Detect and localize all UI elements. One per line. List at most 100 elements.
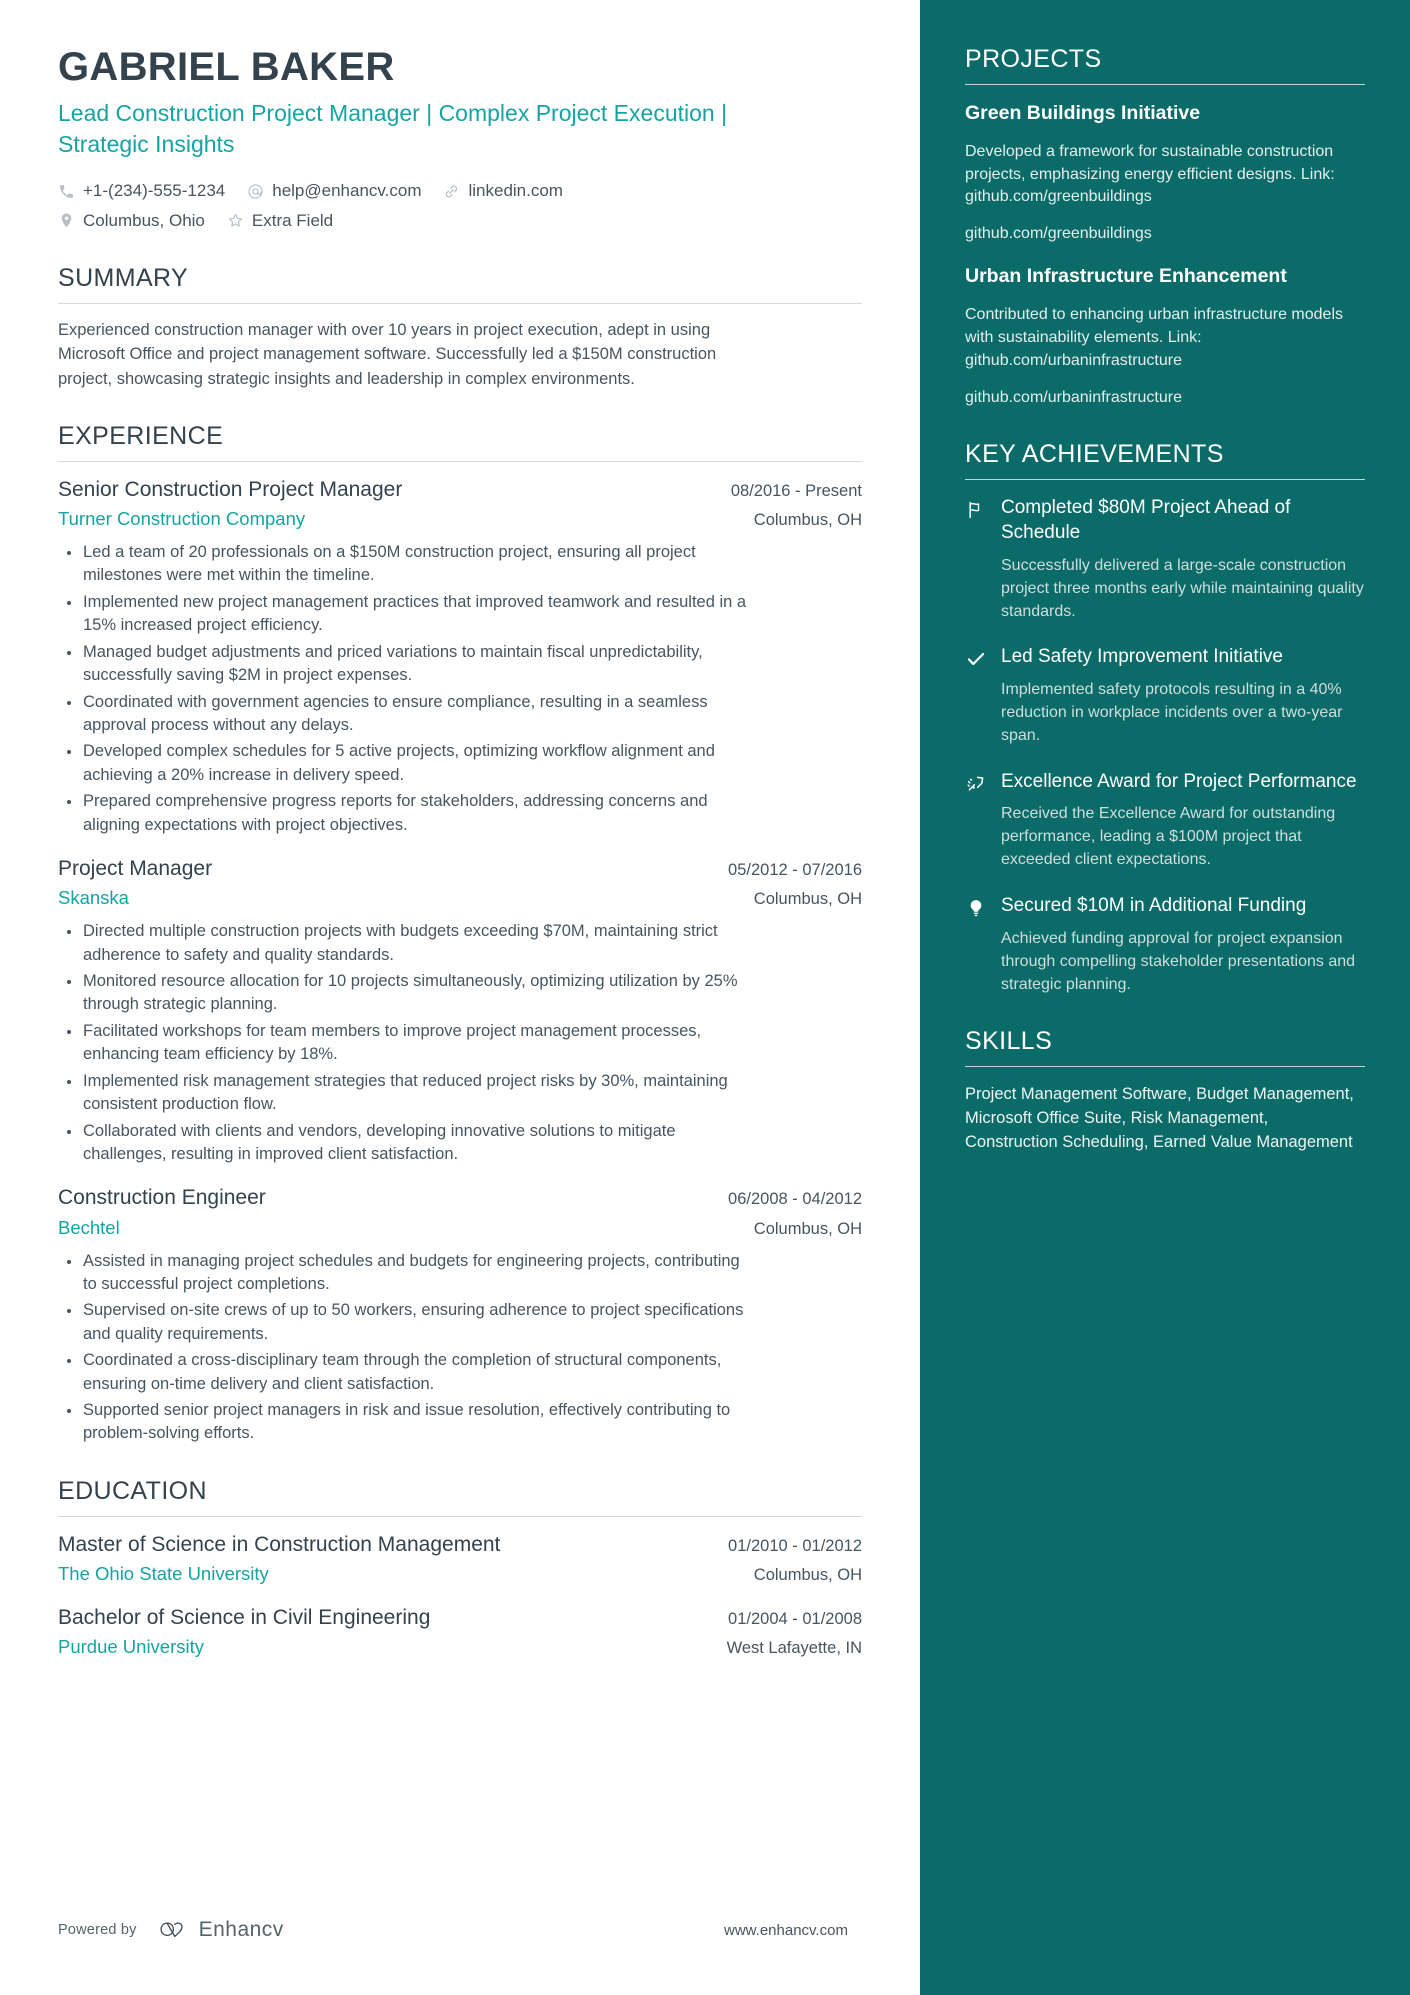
- summary-text: Experienced construction manager with ov…: [58, 320, 717, 388]
- achievement-title: Excellence Award for Project Performance: [1001, 770, 1357, 792]
- job-location: Columbus, OH: [753, 1219, 862, 1238]
- school-name: The Ohio State University: [58, 1563, 269, 1585]
- experience-entry: Senior Construction Project Manager 08/2…: [58, 476, 862, 837]
- summary-divider: [58, 302, 862, 304]
- education-entry: Bachelor of Science in Civil Engineering…: [58, 1604, 862, 1661]
- rocket-icon: [965, 770, 987, 794]
- skills-section: SKILLS Project Management Software, Budg…: [965, 1026, 1365, 1155]
- contact-linkedin-text: linkedin.com: [468, 181, 563, 201]
- enhancv-logo-icon: [159, 1917, 189, 1943]
- link-icon: [443, 183, 460, 200]
- contact-phone[interactable]: +1-(234)-555-1234: [58, 179, 225, 203]
- job-bullets: Led a team of 20 professionals on a $150…: [58, 541, 862, 837]
- school-location: Columbus, OH: [753, 1566, 862, 1585]
- job-bullets: Assisted in managing project schedules a…: [58, 1250, 862, 1446]
- achievement-item: Secured $10M in Additional Funding Achie…: [965, 894, 1365, 996]
- contact-extra-field-text: Extra Field: [251, 210, 334, 230]
- job-title: Project Manager: [58, 857, 213, 881]
- contact-email-text: help@enhancv.com: [272, 181, 422, 201]
- contact-email[interactable]: help@enhancv.com: [247, 179, 421, 203]
- job-bullet: Led a team of 20 professionals on a $150…: [58, 541, 748, 588]
- job-bullet: Managed budget adjustments and priced va…: [58, 641, 748, 688]
- achievement-item: Led Safety Improvement Initiative Implem…: [965, 645, 1365, 747]
- experience-divider: [58, 460, 862, 462]
- achievement-item: Excellence Award for Project Performance…: [965, 770, 1365, 872]
- job-location: Columbus, OH: [753, 511, 862, 530]
- project-link[interactable]: github.com/greenbuildings: [965, 223, 1365, 246]
- job-date: 05/2012 - 07/2016: [728, 861, 862, 880]
- achievement-body: Excellence Award for Project Performance…: [1001, 770, 1365, 872]
- enhancv-brand-name: Enhancv: [198, 1918, 284, 1941]
- job-bullet: Supervised on-site crews of up to 50 wor…: [58, 1299, 748, 1346]
- project-name: Urban Infrastructure Enhancement: [965, 265, 1287, 288]
- contact-location: Columbus, Ohio: [58, 209, 205, 233]
- candidate-headline: Lead Construction Project Manager | Comp…: [58, 100, 728, 157]
- contact-phone-text: +1-(234)-555-1234: [83, 181, 226, 201]
- star-icon: [227, 212, 244, 229]
- job-title: Construction Engineer: [58, 1186, 266, 1210]
- job-bullet: Assisted in managing project schedules a…: [58, 1250, 748, 1297]
- achievement-description: Successfully delivered a large-scale con…: [1001, 556, 1364, 620]
- header-block: GABRIEL BAKER Lead Construction Project …: [58, 44, 862, 233]
- experience-entry: Project Manager 05/2012 - 07/2016 Skansk…: [58, 855, 862, 1166]
- project-item: Urban Infrastructure Enhancement Contrib…: [965, 264, 1365, 409]
- contact-details: +1-(234)-555-1234 help@enhancv.com linke…: [58, 179, 862, 233]
- achievement-title: Secured $10M in Additional Funding: [1001, 895, 1307, 917]
- achievement-body: Led Safety Improvement Initiative Implem…: [1001, 645, 1365, 747]
- job-bullet: Prepared comprehensive progress reports …: [58, 790, 748, 837]
- job-date: 06/2008 - 04/2012: [728, 1190, 862, 1209]
- education-entry: Master of Science in Construction Manage…: [58, 1531, 862, 1588]
- achievement-description: Achieved funding approval for project ex…: [1001, 929, 1356, 993]
- job-bullet: Facilitated workshops for team members t…: [58, 1020, 748, 1067]
- projects-heading: PROJECTS: [965, 45, 1102, 73]
- project-item: Green Buildings Initiative Developed a f…: [965, 101, 1365, 246]
- degree-date: 01/2010 - 01/2012: [728, 1536, 862, 1555]
- education-heading: EDUCATION: [58, 1476, 207, 1505]
- experience-entry-header: Project Manager 05/2012 - 07/2016: [58, 855, 862, 883]
- summary-section: SUMMARY Experienced construction manager…: [58, 263, 862, 391]
- contact-linkedin[interactable]: linkedin.com: [443, 179, 563, 203]
- contact-row-2: Columbus, Ohio Extra Field: [58, 209, 862, 233]
- candidate-name: GABRIEL BAKER: [58, 45, 395, 89]
- job-company: Skanska: [58, 887, 129, 909]
- summary-heading: SUMMARY: [58, 263, 189, 292]
- powered-by-label: Powered by: [58, 1922, 137, 1938]
- project-description: Developed a framework for sustainable co…: [965, 142, 1335, 206]
- school-name: Purdue University: [58, 1636, 205, 1658]
- achievement-title: Completed $80M Project Ahead of Schedule: [1001, 497, 1291, 544]
- skills-divider: [965, 1066, 1365, 1068]
- skills-heading: SKILLS: [965, 1027, 1053, 1056]
- lightbulb-icon: [965, 894, 987, 918]
- flag-icon: [965, 496, 987, 520]
- achievements-section: KEY ACHIEVEMENTS Completed $80M Project …: [965, 439, 1365, 996]
- contact-location-text: Columbus, Ohio: [83, 210, 205, 230]
- experience-heading: EXPERIENCE: [58, 421, 224, 450]
- experience-entry-subheader: Turner Construction Company Columbus, OH: [58, 506, 862, 533]
- job-company: Turner Construction Company: [58, 508, 306, 530]
- footer: Powered by Enhancv www.enhancv.com: [58, 1917, 920, 1943]
- main-column: GABRIEL BAKER Lead Construction Project …: [0, 0, 920, 1995]
- achievement-body: Completed $80M Project Ahead of Schedule…: [1001, 496, 1365, 623]
- achievement-body: Secured $10M in Additional Funding Achie…: [1001, 894, 1365, 996]
- job-bullet: Implemented risk management strategies t…: [58, 1070, 748, 1117]
- education-divider: [58, 1515, 862, 1517]
- sidebar-column: PROJECTS Green Buildings Initiative Deve…: [920, 0, 1410, 1995]
- education-entry-header: Bachelor of Science in Civil Engineering…: [58, 1604, 862, 1632]
- email-icon: [247, 183, 264, 200]
- job-bullet: Collaborated with clients and vendors, d…: [58, 1120, 748, 1167]
- job-bullet: Implemented new project management pract…: [58, 591, 748, 638]
- project-link[interactable]: github.com/urbaninfrastructure: [965, 387, 1365, 410]
- job-bullet: Coordinated with government agencies to …: [58, 691, 748, 738]
- achievement-description: Received the Excellence Award for outsta…: [1001, 805, 1336, 869]
- contact-extra-field: Extra Field: [227, 209, 333, 233]
- skills-text: Project Management Software, Budget Mana…: [965, 1085, 1354, 1152]
- experience-entry-header: Construction Engineer 06/2008 - 04/2012: [58, 1184, 862, 1212]
- footer-url[interactable]: www.enhancv.com: [724, 1922, 848, 1939]
- experience-entry-header: Senior Construction Project Manager 08/2…: [58, 476, 862, 504]
- achievement-item: Completed $80M Project Ahead of Schedule…: [965, 496, 1365, 623]
- experience-entry: Construction Engineer 06/2008 - 04/2012 …: [58, 1184, 862, 1445]
- job-bullet: Directed multiple construction projects …: [58, 920, 748, 967]
- school-location: West Lafayette, IN: [726, 1639, 862, 1658]
- location-pin-icon: [58, 212, 75, 229]
- resume-page: GABRIEL BAKER Lead Construction Project …: [0, 0, 1410, 1995]
